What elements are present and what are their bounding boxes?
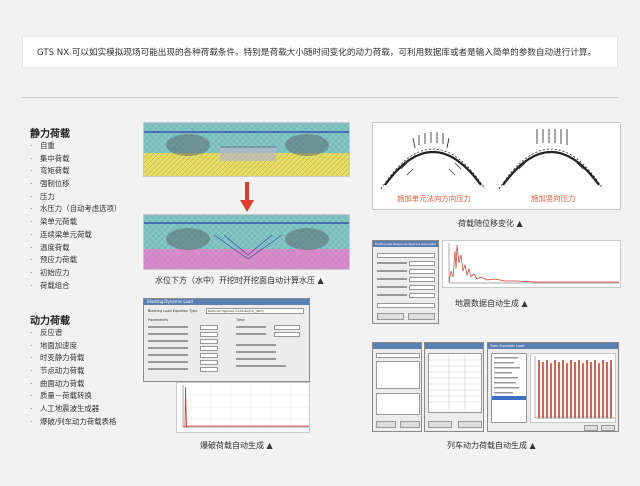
list-item: 预应力荷载 <box>30 254 121 267</box>
equation-type-label: Blasting Load Equation Type <box>148 309 198 313</box>
list-box[interactable] <box>491 353 527 423</box>
list-item: 温度荷载 <box>30 242 121 255</box>
train-caption: 列车动力荷载自动生成 ▲ <box>447 441 536 450</box>
time-header: Time <box>236 318 245 322</box>
list-item: 水压力（自动考虑选项） <box>30 203 121 216</box>
train-load-chart <box>530 353 616 423</box>
input-field[interactable] <box>409 293 435 298</box>
list-item: 时变静力荷载 <box>30 352 116 365</box>
input-field[interactable] <box>200 346 218 351</box>
input-field[interactable] <box>200 367 218 372</box>
static-load-list: 自重 集中荷载 弯矩荷载 强制位移 压力 水压力（自动考虑选项） 梁单元荷载 连… <box>30 140 121 292</box>
input-field[interactable] <box>409 269 435 274</box>
load-follow-diagram: 施加单元法向方向压力 施加竖向压力 <box>372 122 621 210</box>
blasting-dynamic-load-dialog: Blasting Dynamic Load Blasting Load Equa… <box>143 298 310 382</box>
dynamic-load-list: 反应谱 地面加速度 时变静力荷载 节点动力荷载 曲面动力荷载 质量－荷载转换 人… <box>30 327 116 429</box>
water-pressure-caption: 水位下方（水中）开挖时开挖面自动计算水压 ▲ <box>155 276 324 285</box>
list-item: 荷载组合 <box>30 280 121 293</box>
excavation-after-image <box>143 214 350 270</box>
cancel-button[interactable] <box>400 421 420 428</box>
list-item: 弯矩荷载 <box>30 165 121 178</box>
dialog-title: Train Dynamic Load <box>490 344 525 348</box>
arch-label-left: 施加单元法向方向压力 <box>397 194 471 203</box>
list-item: 反应谱 <box>30 327 116 340</box>
static-section-title: 静力荷载 <box>30 129 70 140</box>
train-load-dialog-2 <box>424 342 484 432</box>
list-item: 人工地震波生成器 <box>30 403 116 416</box>
dynamic-section-title: 动力荷载 <box>30 316 70 327</box>
input-field[interactable] <box>409 285 435 290</box>
list-item: 地面加速度 <box>30 340 116 353</box>
list-item: 自重 <box>30 140 121 153</box>
seismic-generator-dialog: Earthquake Response Spectra Generator <box>372 240 439 324</box>
list-item: 质量－荷载转换 <box>30 390 116 403</box>
intro-text: GTS NX 可以如实模拟现场可能出现的各种荷载条件。特别是荷载大小随时间变化的… <box>22 36 618 68</box>
cancel-button[interactable] <box>458 421 482 428</box>
list-item: 节点动力荷载 <box>30 365 116 378</box>
list-item: 集中荷载 <box>30 153 121 166</box>
dialog-titlebar <box>425 343 483 349</box>
blast-load-chart <box>176 382 310 433</box>
cancel-button[interactable] <box>601 425 615 431</box>
list-item: 爆破/列车动力荷载表格 <box>30 416 116 429</box>
input-field[interactable] <box>200 332 218 337</box>
excavation-before-image <box>143 122 350 177</box>
divider <box>22 97 618 98</box>
equation-type-select[interactable]: National Highway Institute(US)_(NHI) <box>206 308 304 314</box>
input-field[interactable] <box>377 303 435 308</box>
cancel-button[interactable] <box>408 313 435 320</box>
arch-label-right: 施加竖向压力 <box>531 194 576 203</box>
dialog-titlebar <box>373 343 421 349</box>
input-field[interactable] <box>376 353 420 358</box>
dialog-title: Blasting Dynamic Load <box>147 299 193 304</box>
seismic-caption: 地震数据自动生成 ▲ <box>455 299 528 308</box>
input-field[interactable] <box>409 277 435 282</box>
arrow-down-icon <box>240 182 254 216</box>
input-field[interactable] <box>200 360 218 365</box>
ok-button[interactable] <box>376 421 396 428</box>
train-load-dialog-1 <box>372 342 422 432</box>
list-box[interactable] <box>376 361 420 389</box>
seismic-spectrum-chart <box>442 240 621 288</box>
blast-caption: 爆破荷载自动生成 ▲ <box>200 441 273 450</box>
table-grid[interactable] <box>428 353 482 413</box>
input-field[interactable] <box>274 332 300 337</box>
load-follow-caption: 荷载随位移变化 ▲ <box>458 219 523 228</box>
list-item: 初始应力 <box>30 267 121 280</box>
input-field[interactable] <box>274 325 300 330</box>
input-field[interactable] <box>200 353 218 358</box>
list-item: 连续梁单元荷载 <box>30 229 121 242</box>
input-field[interactable] <box>200 325 218 330</box>
ok-button[interactable] <box>428 421 452 428</box>
list-item: 强制位移 <box>30 178 121 191</box>
list-item: 曲面动力荷载 <box>30 378 116 391</box>
list-box[interactable] <box>376 393 420 415</box>
ok-button[interactable] <box>377 313 404 320</box>
input-field[interactable] <box>200 339 218 344</box>
list-item: 压力 <box>30 191 121 204</box>
ok-button[interactable] <box>584 425 598 431</box>
parameters-header: Parameters <box>148 318 169 322</box>
train-dynamic-load-dialog: Train Dynamic Load <box>487 342 619 432</box>
input-field[interactable] <box>409 261 435 266</box>
input-field[interactable] <box>377 253 435 258</box>
list-item: 梁单元荷载 <box>30 216 121 229</box>
dialog-title: Earthquake Response Spectra Generator <box>375 242 437 246</box>
